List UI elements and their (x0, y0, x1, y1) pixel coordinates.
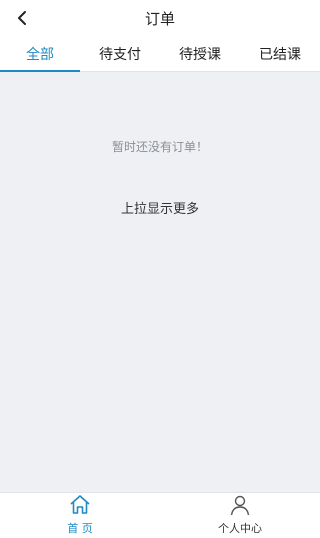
tabbar-label-home: 首 页 (67, 522, 93, 535)
tab-pending-class[interactable]: 待授课 (160, 36, 240, 71)
tabbar-item-profile[interactable]: 个人中心 (160, 493, 320, 538)
tabbar-item-home[interactable]: 首 页 (0, 493, 160, 538)
tab-all[interactable]: 全部 (0, 36, 80, 72)
header: 订单 (0, 0, 320, 36)
tab-completed[interactable]: 已结课 (240, 36, 320, 71)
home-icon (70, 495, 90, 514)
back-button[interactable] (8, 4, 36, 32)
order-tabs: 全部 待支付 待授课 已结课 (0, 36, 320, 72)
user-icon (230, 495, 250, 516)
load-more-text[interactable]: 上拉显示更多 (0, 198, 320, 217)
page-title: 订单 (144, 9, 175, 28)
empty-state-text: 暂时还没有订单！ (111, 140, 208, 154)
bottom-tabbar: 首 页 个人中心 (0, 492, 320, 538)
tabbar-label-profile: 个人中心 (218, 522, 262, 535)
chevron-left-icon (18, 11, 26, 25)
order-list[interactable]: 暂时还没有订单！ 上拉显示更多 (0, 72, 320, 492)
tab-pending-payment[interactable]: 待支付 (80, 36, 160, 71)
